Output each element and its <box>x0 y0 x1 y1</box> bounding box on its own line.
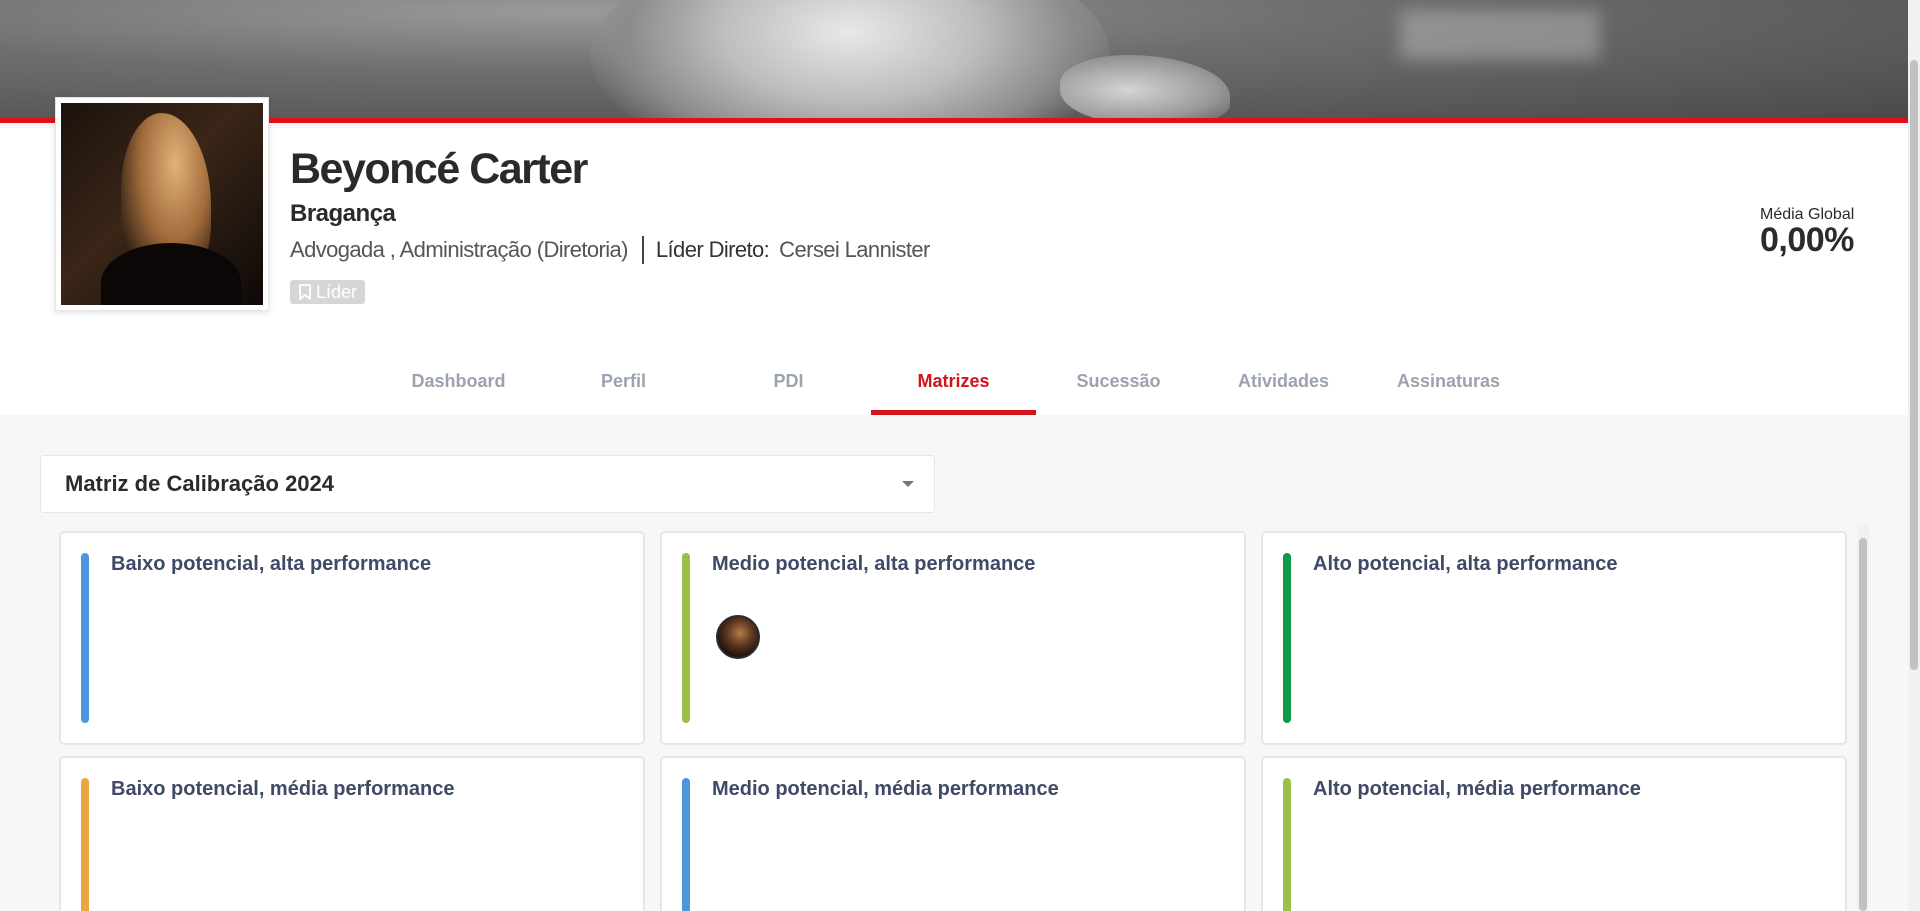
cell-color-bar <box>81 778 89 911</box>
cover-banner <box>0 0 1908 123</box>
banner-image-highlight <box>1400 10 1600 60</box>
banner-image <box>590 0 1110 118</box>
cell-title: Alto potencial, média performance <box>1313 778 1641 800</box>
matrix-cell-baixo-alta: Baixo potencial, alta performance <box>59 531 645 745</box>
page-scrollbar[interactable] <box>1908 0 1920 911</box>
leader-label: Líder Direto: <box>655 237 770 262</box>
cell-title: Medio potencial, média performance <box>712 778 1059 800</box>
tab-matrizes[interactable]: Matrizes <box>871 360 1036 415</box>
cell-title: Medio potencial, alta performance <box>712 553 1036 575</box>
matrix-select[interactable]: Matriz de Calibração 2024 <box>40 455 935 513</box>
leader-name: Cersei Lannister <box>779 237 930 262</box>
matrix-cell-alto-media: Alto potencial, média performance <box>1261 756 1847 911</box>
tab-sucessao[interactable]: Sucessão <box>1036 360 1201 415</box>
cell-color-bar <box>1283 553 1291 723</box>
tab-perfil[interactable]: Perfil <box>541 360 706 415</box>
matrix-scrollbar-thumb[interactable] <box>1859 538 1867 911</box>
media-global-value: 0,00% <box>1760 221 1854 259</box>
cell-color-bar <box>682 553 690 723</box>
info-separator <box>641 236 644 264</box>
matrix-select-value: Matriz de Calibração 2024 <box>65 471 335 496</box>
banner-image-detail <box>1060 55 1230 118</box>
profile-tabs: Dashboard Perfil PDI Matrizes Sucessão A… <box>0 360 1908 415</box>
matrix-cell-medio-media: Medio potencial, média performance <box>660 756 1246 911</box>
leader-badge: Líder <box>290 280 366 304</box>
matrix-cell-baixo-media: Baixo potencial, média performance <box>59 756 645 911</box>
cell-title: Baixo potencial, média performance <box>111 778 455 800</box>
matrix-scrollbar[interactable] <box>1857 524 1869 911</box>
profile-name: Beyoncé Carter <box>290 145 588 193</box>
matrix-cell-alto-alta: Alto potencial, alta performance <box>1261 531 1847 745</box>
bookmark-icon <box>299 284 311 300</box>
cell-color-bar <box>682 778 690 911</box>
tab-pdi[interactable]: PDI <box>706 360 871 415</box>
profile-subname: Bragança <box>290 200 396 227</box>
cell-color-bar <box>81 553 89 723</box>
cell-color-bar <box>1283 778 1291 911</box>
employee-avatar[interactable] <box>716 615 760 659</box>
matrix-cell-medio-alta: Medio potencial, alta performance <box>660 531 1246 745</box>
profile-role: Advogada , Administração (Diretoria) <box>290 237 629 262</box>
badge-label: Líder <box>316 281 358 302</box>
tab-atividades[interactable]: Atividades <box>1201 360 1366 415</box>
chevron-down-icon[interactable] <box>902 481 914 487</box>
tab-assinaturas[interactable]: Assinaturas <box>1366 360 1531 415</box>
profile-photo <box>61 103 263 305</box>
cell-title: Baixo potencial, alta performance <box>111 553 432 575</box>
tab-dashboard[interactable]: Dashboard <box>376 360 541 415</box>
profile-avatar <box>55 97 269 311</box>
page-scrollbar-thumb[interactable] <box>1910 60 1918 670</box>
cell-title: Alto potencial, alta performance <box>1313 553 1618 575</box>
profile-info-line: Advogada , Administração (Diretoria) Líd… <box>290 236 930 264</box>
media-global: Média Global 0,00% <box>1760 206 1854 260</box>
